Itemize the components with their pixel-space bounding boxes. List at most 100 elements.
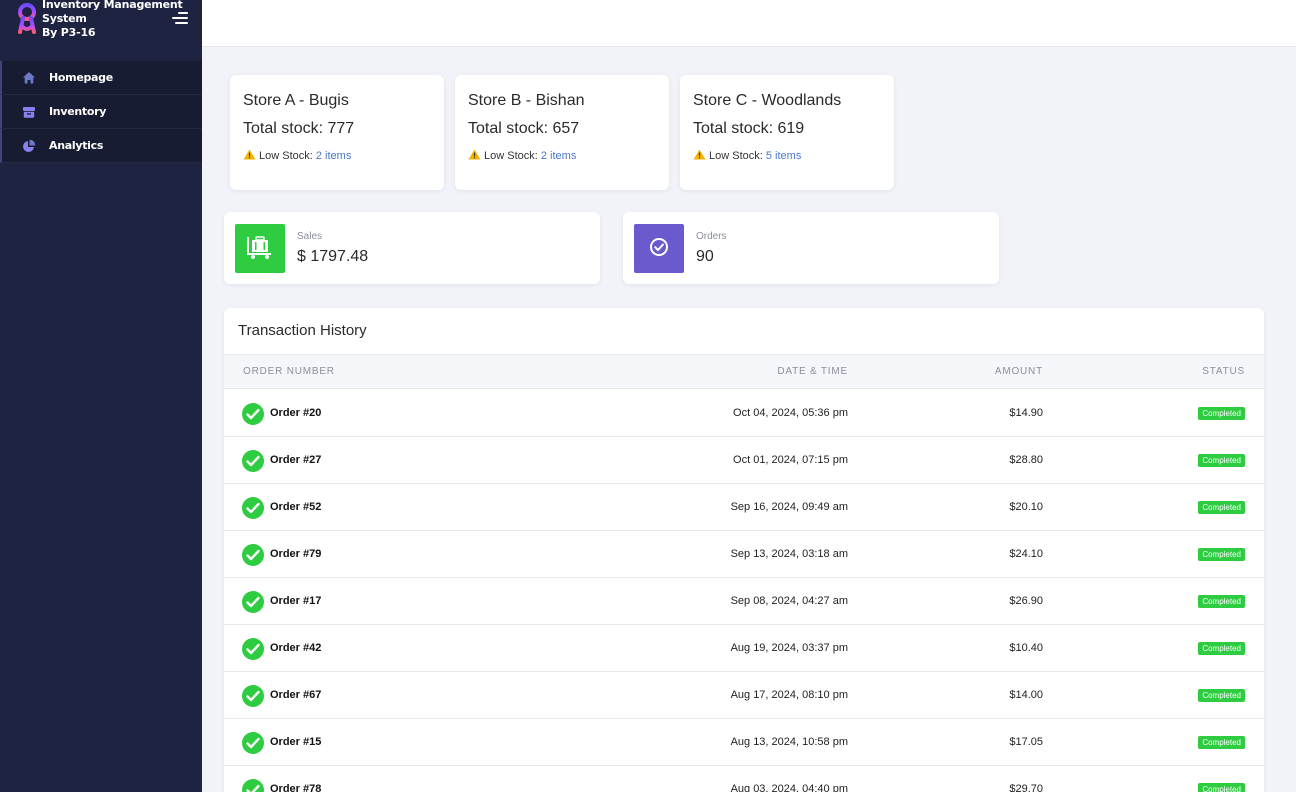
sidebar-item-label: Homepage	[49, 71, 113, 84]
order-number[interactable]: Order #78	[270, 783, 321, 792]
brand-line-1: Inventory Management	[42, 0, 183, 11]
menu-toggle-icon[interactable]	[172, 12, 188, 26]
warning-icon	[468, 149, 481, 160]
order-date-time: Sep 16, 2024, 09:49 am	[730, 501, 848, 513]
store-card-c: Store C - Woodlands Total stock: 619 Low…	[680, 75, 894, 190]
store-card-b: Store B - Bishan Total stock: 657 Low St…	[455, 75, 669, 190]
sidebar-nav: Homepage Inventory Analytics	[0, 61, 202, 163]
header-amount: AMOUNT	[994, 366, 1043, 377]
sidebar-item-homepage[interactable]: Homepage	[0, 61, 202, 95]
brand-line-3: By P3-16	[42, 26, 96, 39]
order-number[interactable]: Order #27	[270, 454, 321, 466]
orders-card: Orders 90	[623, 212, 999, 284]
status-badge[interactable]: Completed	[1198, 642, 1245, 655]
check-circle-icon[interactable]	[242, 732, 264, 754]
order-amount: $24.10	[1009, 548, 1043, 560]
store-name: Store A - Bugis	[243, 92, 349, 109]
check-circle-icon[interactable]	[242, 403, 264, 425]
sales-value: $ 1797.48	[297, 248, 369, 265]
luggage-cart-icon	[247, 236, 271, 259]
status-badge[interactable]: Completed	[1198, 736, 1245, 749]
order-number[interactable]: Order #20	[270, 407, 321, 419]
table-header: ORDER NUMBER DATE & TIME AMOUNT STATUS	[224, 354, 1264, 389]
status-badge[interactable]: Completed	[1198, 501, 1245, 514]
status-badge[interactable]: Completed	[1198, 689, 1245, 702]
order-date-time: Aug 13, 2024, 10:58 pm	[730, 736, 848, 748]
sales-label: Sales	[297, 231, 323, 242]
brand-title: Inventory Management System By P3-16	[42, 0, 183, 40]
table-row[interactable]: Order #52 Sep 16, 2024, 09:49 am $20.10 Com…	[224, 484, 1264, 531]
store-total-stock: Total stock: 619	[693, 120, 805, 137]
check-circle-icon[interactable]	[242, 638, 264, 660]
order-number[interactable]: Order #79	[270, 548, 321, 560]
sidebar-item-analytics[interactable]: Analytics	[0, 129, 202, 163]
home-icon	[23, 72, 35, 84]
top-bar	[202, 0, 1296, 47]
low-stock-label: Low Stock:	[709, 150, 763, 162]
orders-value: 90	[696, 248, 714, 265]
sidebar-item-inventory[interactable]: Inventory	[0, 95, 202, 129]
order-date-time: Aug 03, 2024, 04:40 pm	[730, 783, 848, 792]
sales-card: Sales $ 1797.48	[224, 212, 600, 284]
transaction-history-card: Transaction History ORDER NUMBER DATE & …	[224, 308, 1264, 792]
order-amount: $10.40	[1009, 642, 1043, 654]
header-status: STATUS	[1202, 366, 1245, 377]
status-badge[interactable]: Completed	[1198, 783, 1245, 792]
order-amount: $17.05	[1009, 736, 1043, 748]
table-row[interactable]: Order #78 Aug 03, 2024, 04:40 pm $29.70 Com…	[224, 766, 1264, 792]
table-row[interactable]: Order #27 Oct 01, 2024, 07:15 pm $28.80 Com…	[224, 437, 1264, 484]
order-amount: $26.90	[1009, 595, 1043, 607]
table-row[interactable]: Order #15 Aug 13, 2024, 10:58 pm $17.05 Com…	[224, 719, 1264, 766]
warning-icon	[243, 149, 256, 160]
order-number[interactable]: Order #15	[270, 736, 321, 748]
low-stock-link[interactable]: 2 items	[316, 150, 351, 162]
check-circle-icon[interactable]	[242, 685, 264, 707]
store-name: Store C - Woodlands	[693, 92, 842, 109]
header-date-time: DATE & TIME	[777, 366, 848, 377]
table-row[interactable]: Order #67 Aug 17, 2024, 08:10 pm $14.00 Com…	[224, 672, 1264, 719]
analytics-icon	[23, 139, 36, 152]
order-date-time: Oct 04, 2024, 05:36 pm	[733, 407, 848, 419]
order-date-time: Sep 08, 2024, 04:27 am	[730, 595, 848, 607]
order-amount: $14.00	[1009, 689, 1043, 701]
check-circle-icon	[650, 238, 668, 256]
status-badge[interactable]: Completed	[1198, 548, 1245, 561]
order-date-time: Sep 13, 2024, 03:18 am	[730, 548, 848, 560]
check-circle-icon[interactable]	[242, 779, 264, 792]
table-row[interactable]: Order #20 Oct 04, 2024, 05:36 pm $14.90 Com…	[224, 390, 1264, 437]
status-badge[interactable]: Completed	[1198, 407, 1245, 420]
orders-label: Orders	[696, 231, 727, 242]
table-row[interactable]: Order #79 Sep 13, 2024, 03:18 am $24.10 Com…	[224, 531, 1264, 578]
store-card-a: Store A - Bugis Total stock: 777 Low Sto…	[230, 75, 444, 190]
order-date-time: Oct 01, 2024, 07:15 pm	[733, 454, 848, 466]
order-number[interactable]: Order #42	[270, 642, 321, 654]
brand-line-2: System	[42, 11, 87, 25]
inventory-icon	[23, 107, 35, 118]
order-number[interactable]: Order #17	[270, 595, 321, 607]
low-stock-indicator: Low Stock: 2 items	[243, 149, 351, 162]
sidebar-item-label: Inventory	[49, 105, 107, 118]
table-row[interactable]: Order #17 Sep 08, 2024, 04:27 am $26.90 Com…	[224, 578, 1264, 625]
low-stock-indicator: Low Stock: 2 items	[468, 149, 576, 162]
warning-icon	[693, 149, 706, 160]
low-stock-indicator: Low Stock: 5 items	[693, 149, 801, 162]
order-number[interactable]: Order #67	[270, 689, 321, 701]
brand[interactable]: Inventory Management System By P3-16	[0, 0, 202, 46]
sales-icon-box	[235, 224, 285, 273]
check-circle-icon[interactable]	[242, 591, 264, 613]
brand-logo-icon	[18, 3, 36, 34]
order-amount: $29.70	[1009, 783, 1043, 792]
low-stock-link[interactable]: 5 items	[766, 150, 801, 162]
status-badge[interactable]: Completed	[1198, 454, 1245, 467]
order-date-time: Aug 19, 2024, 03:37 pm	[730, 642, 848, 654]
check-circle-icon[interactable]	[242, 497, 264, 519]
store-total-stock: Total stock: 777	[243, 120, 355, 137]
low-stock-link[interactable]: 2 items	[541, 150, 576, 162]
check-circle-icon[interactable]	[242, 544, 264, 566]
status-badge[interactable]: Completed	[1198, 595, 1245, 608]
order-number[interactable]: Order #52	[270, 501, 321, 513]
table-row[interactable]: Order #42 Aug 19, 2024, 03:37 pm $10.40 Com…	[224, 625, 1264, 672]
store-total-stock: Total stock: 657	[468, 120, 580, 137]
order-amount: $28.80	[1009, 454, 1043, 466]
check-circle-icon[interactable]	[242, 450, 264, 472]
